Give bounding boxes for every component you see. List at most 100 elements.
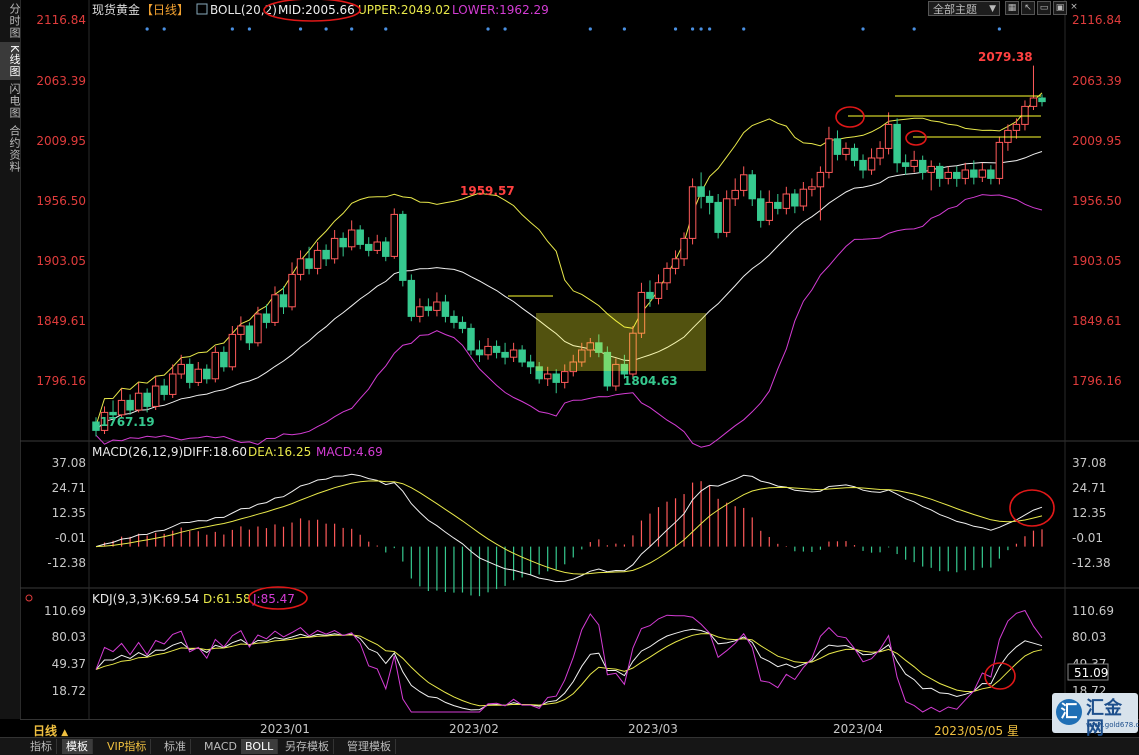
candle-body [1004, 129, 1012, 143]
date-marker [324, 27, 328, 31]
candle-body [808, 186, 816, 190]
date-marker [298, 27, 303, 31]
candle-body [126, 399, 134, 411]
date-marker [861, 27, 865, 31]
price-tick: 1849.61 [1072, 314, 1122, 328]
month-label: 2023/04 [833, 722, 883, 736]
candle-body [160, 385, 168, 395]
theme-label: 全部主题 [933, 3, 977, 16]
date-marker [486, 27, 490, 31]
candle-body [680, 237, 688, 260]
candle-body [910, 159, 918, 167]
candle-body [731, 189, 739, 200]
tab-vip-indicators[interactable]: VIP指标 [103, 739, 152, 754]
candle-body [382, 241, 390, 257]
candle-body [526, 361, 535, 368]
candle-body [484, 345, 492, 356]
annotation-circle [1009, 489, 1055, 527]
close-icon[interactable]: × [1069, 1, 1079, 15]
candle-body [373, 241, 381, 251]
low-annotation: 1767.19 [100, 415, 155, 429]
candle-body [424, 306, 433, 311]
tab-standard[interactable]: 标准 [160, 739, 191, 754]
price-tick: 1796.16 [36, 374, 86, 388]
candle-body [322, 249, 330, 260]
candle-body [186, 363, 194, 383]
macd-tick: 37.08 [52, 456, 86, 470]
macd-tick: -12.38 [1072, 556, 1111, 570]
candle-body [501, 351, 509, 358]
tab-boll[interactable]: BOLL [241, 739, 279, 754]
tab-templates[interactable]: 模板 [62, 739, 93, 754]
candle-body [944, 171, 952, 179]
candle-body [774, 201, 782, 209]
candle-body [279, 294, 288, 308]
price-tick: 2063.39 [36, 74, 86, 88]
bottom-tabbar: 指标 模板 VIP指标 标准 MACD BOLL 另存模板 管理模板 [0, 737, 1139, 755]
macd-tick: 37.08 [1072, 456, 1106, 470]
candle-body [305, 258, 313, 269]
candle-body [467, 327, 475, 351]
theme-select[interactable]: 全部主题 ▼ [928, 1, 1000, 16]
candle-body [833, 138, 842, 155]
candle-body [893, 123, 901, 164]
candle-body [194, 368, 203, 383]
candle-body [433, 301, 441, 311]
date-marker [622, 27, 626, 31]
candle-body [799, 188, 808, 207]
tab-macd[interactable]: MACD [200, 739, 242, 754]
chevron-down-icon: ▼ [989, 4, 996, 14]
boll-mid-line [95, 151, 1043, 431]
kdj-j: J:85.47 [252, 592, 295, 606]
tab-manage-templates[interactable]: 管理模板 [343, 739, 396, 754]
period-tag: 【日线】 [141, 3, 189, 17]
price-tick: 2116.84 [1072, 13, 1122, 27]
macd-legend: MACD(26,12,9) DIFF:18.60 DEA:16.25 MACD:… [92, 445, 383, 459]
candle-body [407, 279, 416, 317]
kdj-k: K:69.54 [153, 592, 199, 606]
tab-save-template[interactable]: 另存模板 [281, 739, 334, 754]
candle-body [935, 165, 944, 179]
restore-icon[interactable]: ▣ [1053, 1, 1067, 15]
candle-body [143, 392, 151, 407]
candle-body [151, 385, 160, 407]
macd-tick: -12.38 [47, 556, 86, 570]
brand-logo: 汇 汇金网 www.gold678.com [1052, 693, 1139, 739]
boll-mid: MID:2005.66 [278, 3, 355, 17]
candle-body [671, 258, 680, 269]
month-label: 2023/01 [260, 722, 310, 736]
tab-indicators[interactable]: 指标 [26, 739, 57, 754]
macd-tick: 24.71 [1072, 481, 1106, 495]
date-marker [912, 27, 916, 31]
kdj-tick: 80.03 [1072, 630, 1106, 644]
chart-canvas[interactable]: 2116.84 2063.39 2009.95 1956.50 1903.05 … [0, 0, 1139, 754]
candle-body [646, 291, 654, 299]
grid-icon[interactable]: ▦ [1005, 1, 1019, 15]
price-tick: 1903.05 [36, 254, 86, 268]
candle-body [782, 193, 791, 209]
brand-name: 汇金网 [1086, 698, 1122, 739]
kdj-tick: 49.37 [52, 657, 86, 671]
brand-url: www.gold678.com [1086, 721, 1139, 729]
candle-body [203, 368, 211, 380]
date-marker [350, 27, 354, 31]
minimize-icon[interactable]: ▭ [1037, 1, 1051, 15]
price-tick: 1956.50 [1072, 194, 1122, 208]
candle-body [220, 351, 228, 368]
price-tick: 1956.50 [36, 194, 86, 208]
indicator-icon[interactable] [196, 3, 208, 15]
settings-dot-icon[interactable] [25, 594, 33, 602]
candle-body [850, 147, 859, 161]
arrow-icon[interactable]: ↖ [1021, 1, 1035, 15]
date-markers [145, 27, 1001, 31]
candle-body [705, 195, 714, 203]
kdj-label: KDJ(9,3,3) [92, 592, 153, 606]
candle-body [296, 258, 305, 275]
main-legend: 现货黄金 【日线】 BOLL(20,2) MID:2005.66 UPPER:2… [92, 0, 549, 22]
candle-body [842, 147, 850, 155]
date-marker [145, 27, 149, 31]
candle-body [995, 141, 1004, 179]
candle-body [168, 373, 177, 395]
candle-body [518, 349, 526, 363]
date-marker [588, 27, 592, 31]
